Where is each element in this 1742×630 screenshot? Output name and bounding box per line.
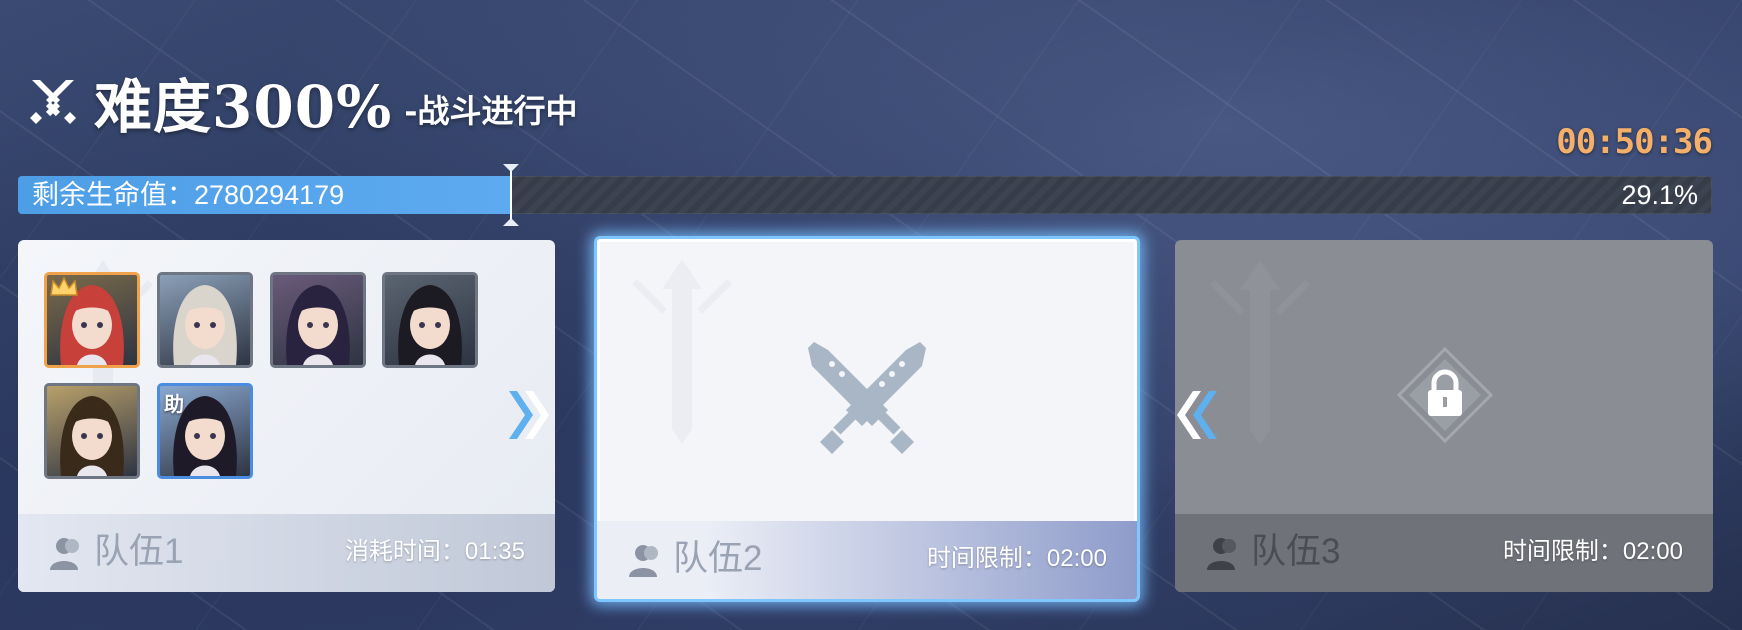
team-2-name: 队伍2: [673, 539, 763, 578]
team-card-2[interactable]: 队伍2 时间限制：02:00: [594, 236, 1140, 602]
boss-hp-bar: 剩余生命值：2780294179 29.1%: [18, 164, 1712, 226]
difficulty-title: 难度300%: [94, 73, 393, 141]
character-portrait: [286, 285, 350, 365]
team-3-name: 队伍3: [1251, 532, 1341, 571]
character-portrait: [60, 396, 124, 476]
character-portrait: [173, 285, 237, 365]
chevron-right-icon[interactable]: [505, 387, 555, 443]
hp-remaining-label: 剩余生命值：2780294179: [32, 180, 345, 210]
crossed-swords-icon[interactable]: [802, 334, 932, 464]
person-icon: [629, 545, 658, 577]
battle-header: 难度300% -战斗进行中: [26, 56, 577, 136]
emblem-watermark-icon: [632, 259, 732, 444]
team-card-1[interactable]: 助 队伍1 消耗时间：01:35: [18, 240, 555, 592]
support-badge: 助: [164, 392, 184, 416]
crossed-swords-icon: [30, 80, 76, 124]
team-member-avatar[interactable]: [270, 272, 366, 368]
crown-icon: [50, 276, 78, 296]
battle-timer: 00:50:36: [1556, 122, 1713, 162]
team-card-3[interactable]: 队伍3 时间限制：02:00: [1175, 240, 1713, 592]
team-2-footer: 队伍2 时间限制：02:00: [597, 521, 1137, 599]
team-member-avatar[interactable]: 助: [157, 383, 253, 479]
battle-status-text: -战斗进行中: [404, 92, 578, 130]
character-portrait: [398, 285, 462, 365]
team-3-time-limit: 时间限制：02:00: [1502, 538, 1683, 565]
team-1-name: 队伍1: [94, 532, 184, 571]
team-1-footer: 队伍1 消耗时间：01:35: [18, 514, 555, 592]
lock-icon: [1396, 346, 1494, 444]
chevron-left-icon[interactable]: [1175, 387, 1221, 443]
person-icon: [50, 538, 79, 570]
team-2-time-limit: 时间限制：02:00: [926, 545, 1107, 572]
hp-marker: [502, 164, 519, 226]
person-icon: [1207, 538, 1236, 570]
hp-percent: 29.1%: [1621, 180, 1698, 210]
team-member-avatar[interactable]: [44, 383, 140, 479]
team-member-avatar[interactable]: [157, 272, 253, 368]
team-member-avatar[interactable]: [44, 272, 140, 368]
team-1-time: 消耗时间：01:35: [344, 538, 525, 565]
team-member-avatar[interactable]: [382, 272, 478, 368]
team-3-footer: 队伍3 时间限制：02:00: [1175, 514, 1713, 592]
